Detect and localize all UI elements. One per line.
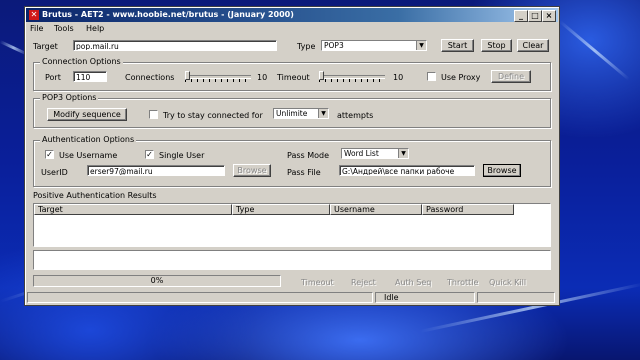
progress-bar: 0% [33,275,281,287]
slider-ticks [185,79,251,82]
menu-file[interactable]: File [30,24,43,33]
connections-max: 10 [257,73,268,82]
userid-input[interactable]: erser97@mail.ru [87,165,225,176]
stay-connected-checkbox[interactable] [149,110,158,119]
status-panel-right [477,292,555,303]
light-streak [559,20,630,81]
log-area[interactable] [33,250,551,270]
start-button[interactable]: Start [441,39,474,52]
port-input[interactable]: 110 [73,71,107,82]
window-title: Brutus - AET2 - www.hoobie.net/brutus - … [42,10,294,19]
userid-label: UserID [41,168,68,177]
status-panel-left [27,292,373,303]
maximize-button[interactable]: □ [528,10,542,22]
type-select[interactable]: POP3 ▼ [321,40,427,51]
userid-browse-button[interactable]: Browse [233,164,271,177]
clear-button[interactable]: Clear [517,39,549,52]
modify-sequence-button[interactable]: Modify sequence [47,108,127,121]
results-table[interactable]: Target Type Username Password [33,203,551,247]
pop3-options-title: POP3 Options [40,93,99,102]
pass-file-input[interactable]: G:\Андрей\все папки рабоче [339,165,475,176]
define-button[interactable]: Define [491,70,531,83]
app-icon: ✕ [29,10,39,20]
slider-thumb[interactable] [185,71,190,80]
slider-ticks [319,79,385,82]
attempts-label: attempts [337,111,374,120]
quick-kill-link[interactable]: Quick Kill [489,278,526,287]
connections-slider[interactable] [185,71,251,82]
throttle-link[interactable]: Throttle [447,278,478,287]
stop-button[interactable]: Stop [481,39,512,52]
connections-label: Connections [125,73,175,82]
minimize-button[interactable]: _ [514,10,528,22]
column-header-type[interactable]: Type [232,204,330,215]
pass-mode-select-value: Word List [344,149,379,158]
column-header-password[interactable]: Password [422,204,514,215]
single-user-checkbox[interactable]: ✓ [145,150,154,159]
close-button[interactable]: × [542,10,556,22]
type-select-value: POP3 [324,41,344,50]
menu-tools[interactable]: Tools [54,24,74,33]
chevron-down-icon: ▼ [398,149,408,158]
attempts-select[interactable]: Unlimite ▼ [273,108,329,119]
timeout-max: 10 [393,73,404,82]
timeout-slider[interactable] [319,71,385,82]
auth-seq-link[interactable]: Auth Seq [395,278,431,287]
target-label: Target [33,42,58,51]
timeout-label: Timeout [277,73,310,82]
connection-options-title: Connection Options [40,57,123,66]
menu-bar: File Tools Help [26,23,558,35]
results-title: Positive Authentication Results [33,191,157,200]
status-text: Idle [375,292,475,303]
timeout-link[interactable]: Timeout [301,278,334,287]
use-proxy-checkbox[interactable] [427,72,436,81]
pass-file-browse-button[interactable]: Browse [483,164,521,177]
target-input[interactable]: pop.mail.ru [73,40,277,51]
pass-file-label: Pass File [287,168,321,177]
menu-help[interactable]: Help [86,24,104,33]
single-user-label: Single User [159,151,205,160]
brutus-window: ✕ Brutus - AET2 - www.hoobie.net/brutus … [24,6,560,306]
use-username-checkbox[interactable]: ✓ [45,150,54,159]
column-header-username[interactable]: Username [330,204,422,215]
type-label: Type [297,42,316,51]
chevron-down-icon: ▼ [318,109,328,118]
chevron-down-icon: ▼ [416,41,426,50]
slider-thumb[interactable] [319,71,324,80]
authentication-options-title: Authentication Options [40,135,137,144]
pass-mode-label: Pass Mode [287,151,330,160]
port-label: Port [45,73,61,82]
title-bar[interactable]: ✕ Brutus - AET2 - www.hoobie.net/brutus … [26,8,558,22]
use-proxy-label: Use Proxy [441,73,481,82]
authentication-options-group: Authentication Options [33,135,551,187]
column-header-target[interactable]: Target [34,204,232,215]
pass-mode-select[interactable]: Word List ▼ [341,148,409,159]
progress-text: 0% [150,276,164,285]
status-bar: Idle [27,292,557,303]
reject-link[interactable]: Reject [351,278,376,287]
attempts-select-value: Unlimite [276,109,308,118]
stay-connected-label: Try to stay connected for [163,111,263,120]
use-username-label: Use Username [59,151,118,160]
